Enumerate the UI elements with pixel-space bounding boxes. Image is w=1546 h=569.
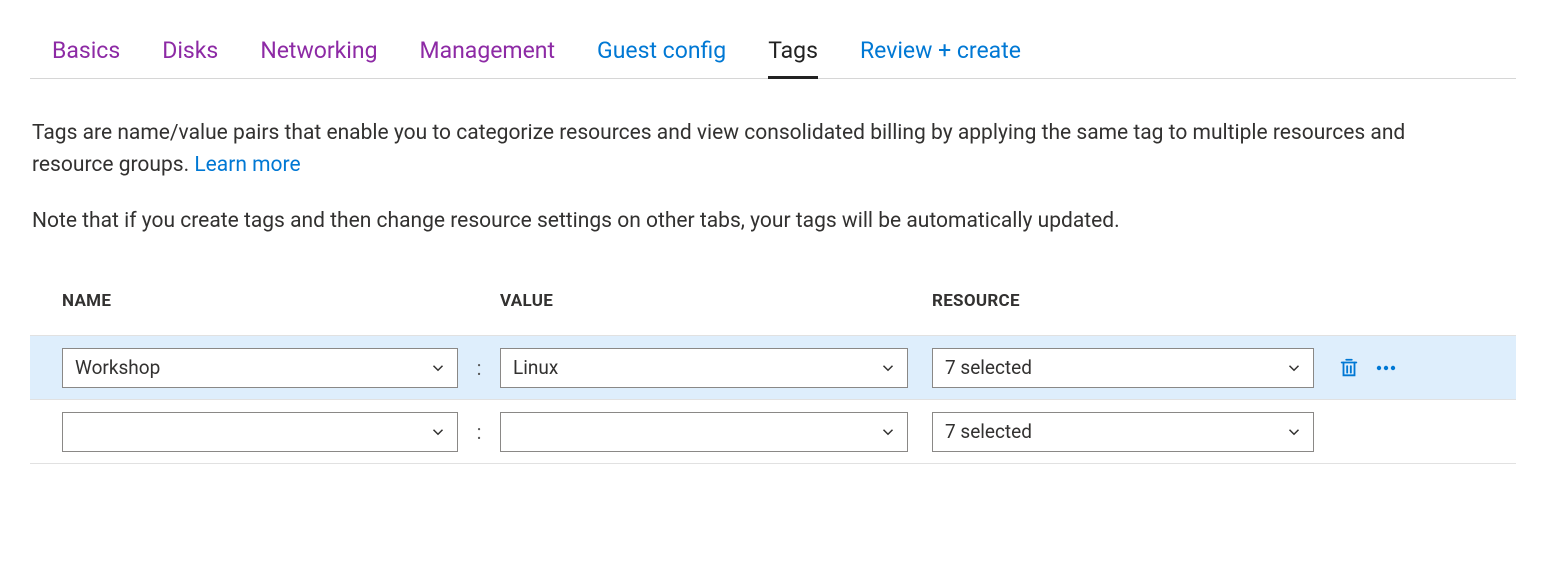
tag-row: : 7 selected: [30, 399, 1516, 463]
tab-management[interactable]: Management: [420, 30, 556, 78]
learn-more-link[interactable]: Learn more: [194, 153, 300, 177]
tab-label: Networking: [260, 37, 377, 64]
tab-guest-config[interactable]: Guest config: [597, 30, 726, 78]
tag-resource-value: 7 selected: [945, 420, 1032, 443]
tab-networking[interactable]: Networking: [260, 30, 377, 78]
tag-value-input[interactable]: [500, 412, 908, 452]
tab-label: Tags: [768, 37, 818, 64]
tags-description: Tags are name/value pairs that enable yo…: [30, 79, 1490, 182]
tab-disks[interactable]: Disks: [162, 30, 218, 78]
tab-tags[interactable]: Tags: [768, 30, 818, 78]
tag-value-input[interactable]: Linux: [500, 348, 908, 388]
chevron-down-icon: [879, 359, 897, 377]
table-header-row: NAME VALUE RESOURCE: [30, 285, 1516, 335]
tags-note: Note that if you create tags and then ch…: [30, 182, 1516, 238]
delete-tag-button[interactable]: [1338, 357, 1360, 379]
chevron-down-icon: [1285, 359, 1303, 377]
tag-name-value: Workshop: [75, 356, 160, 379]
chevron-down-icon: [429, 423, 447, 441]
tag-name-input[interactable]: Workshop: [62, 348, 458, 388]
tab-label: Review + create: [860, 37, 1021, 64]
tag-resource-select[interactable]: 7 selected: [932, 348, 1314, 388]
column-header-value: VALUE: [500, 291, 908, 311]
tag-row: Workshop : Linux 7 selected: [30, 335, 1516, 399]
tag-name-input[interactable]: [62, 412, 458, 452]
tags-table: NAME VALUE RESOURCE Workshop : Linux: [30, 285, 1516, 464]
chevron-down-icon: [1285, 423, 1303, 441]
tab-basics[interactable]: Basics: [52, 30, 120, 78]
more-actions-button[interactable]: [1374, 356, 1398, 380]
colon-separator: :: [458, 420, 500, 444]
tag-value-value: Linux: [513, 356, 558, 379]
wizard-tabs: Basics Disks Networking Management Guest…: [30, 30, 1516, 79]
trash-icon: [1338, 357, 1360, 379]
tag-resource-value: 7 selected: [945, 356, 1032, 379]
tab-label: Management: [420, 37, 556, 64]
column-header-name: NAME: [50, 291, 458, 311]
tag-resource-select[interactable]: 7 selected: [932, 412, 1314, 452]
tab-label: Disks: [162, 37, 218, 64]
chevron-down-icon: [429, 359, 447, 377]
colon-separator: :: [458, 356, 500, 380]
tab-label: Guest config: [597, 37, 726, 64]
more-horizontal-icon: [1374, 356, 1398, 380]
chevron-down-icon: [879, 423, 897, 441]
tab-review-create[interactable]: Review + create: [860, 30, 1021, 78]
column-header-resource: RESOURCE: [932, 291, 1322, 311]
tab-label: Basics: [52, 37, 120, 64]
